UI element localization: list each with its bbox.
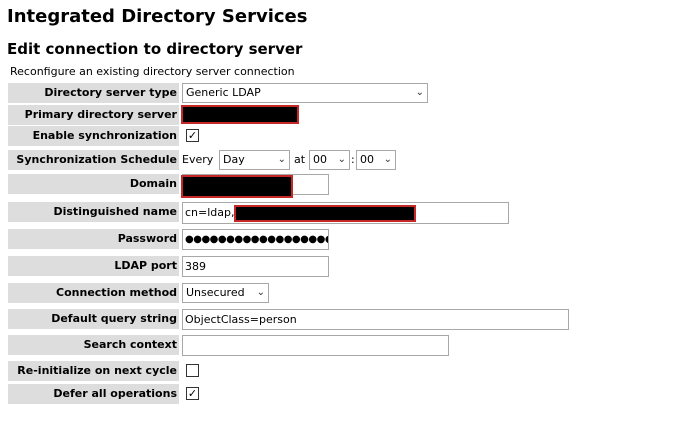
schedule-colon-text: : [351, 153, 355, 166]
primary-directory-server-input-redacted[interactable] [181, 105, 299, 124]
schedule-every-text: Every [182, 153, 214, 166]
search-context-label: Search context [8, 335, 179, 355]
connection-method-label: Connection method [8, 283, 179, 303]
synchronization-schedule-label: Synchronization Schedule [8, 150, 179, 170]
password-input[interactable]: ●●●●●●●●●●●●●●●●●● [182, 229, 329, 250]
schedule-hour-value: 00 [313, 153, 327, 166]
directory-server-type-label: Directory server type [8, 83, 179, 103]
page-description: Reconfigure an existing directory server… [10, 65, 295, 78]
chevron-down-icon: ⌄ [256, 287, 265, 298]
directory-server-type-select[interactable]: Generic LDAP ⌄ [182, 83, 428, 103]
distinguished-name-redaction [234, 205, 416, 222]
primary-directory-server-label: Primary directory server [8, 105, 179, 125]
domain-label: Domain [8, 174, 179, 194]
defer-all-operations-checkbox[interactable]: ✓ [186, 387, 199, 400]
checkmark-icon: ✓ [187, 387, 198, 400]
schedule-minute-value: 00 [360, 153, 374, 166]
schedule-hour-select[interactable]: 00 ⌄ [309, 150, 350, 170]
distinguished-name-label: Distinguished name [8, 202, 179, 222]
reinitialize-checkbox[interactable] [186, 364, 199, 377]
connection-method-value: Unsecured [186, 286, 245, 299]
enable-synchronization-label: Enable synchronization [8, 126, 179, 146]
schedule-frequency-value: Day [223, 153, 245, 166]
page-subtitle: Edit connection to directory server [7, 40, 303, 58]
connection-method-select[interactable]: Unsecured ⌄ [182, 283, 269, 303]
chevron-down-icon: ⌄ [337, 154, 346, 165]
default-query-string-input[interactable]: ObjectClass=person [182, 309, 569, 330]
reinitialize-label: Re-initialize on next cycle [8, 361, 179, 381]
search-context-input[interactable] [182, 335, 449, 356]
password-label: Password [8, 229, 179, 249]
distinguished-name-prefix: cn=ldap, [185, 206, 235, 219]
page-title: Integrated Directory Services [7, 6, 308, 27]
chevron-down-icon: ⌄ [383, 154, 392, 165]
default-query-string-label: Default query string [8, 309, 179, 329]
enable-synchronization-checkbox[interactable]: ✓ [186, 129, 199, 142]
defer-all-operations-label: Defer all operations [8, 384, 179, 404]
schedule-frequency-select[interactable]: Day ⌄ [219, 150, 290, 170]
directory-server-type-value: Generic LDAP [186, 86, 261, 99]
ldap-port-label: LDAP port [8, 256, 179, 276]
schedule-at-text: at [294, 153, 306, 166]
ldap-port-input[interactable]: 389 [182, 256, 329, 277]
chevron-down-icon: ⌄ [415, 87, 424, 98]
domain-redaction [181, 175, 293, 198]
schedule-minute-select[interactable]: 00 ⌄ [356, 150, 396, 170]
chevron-down-icon: ⌄ [277, 154, 286, 165]
checkmark-icon: ✓ [187, 129, 198, 142]
